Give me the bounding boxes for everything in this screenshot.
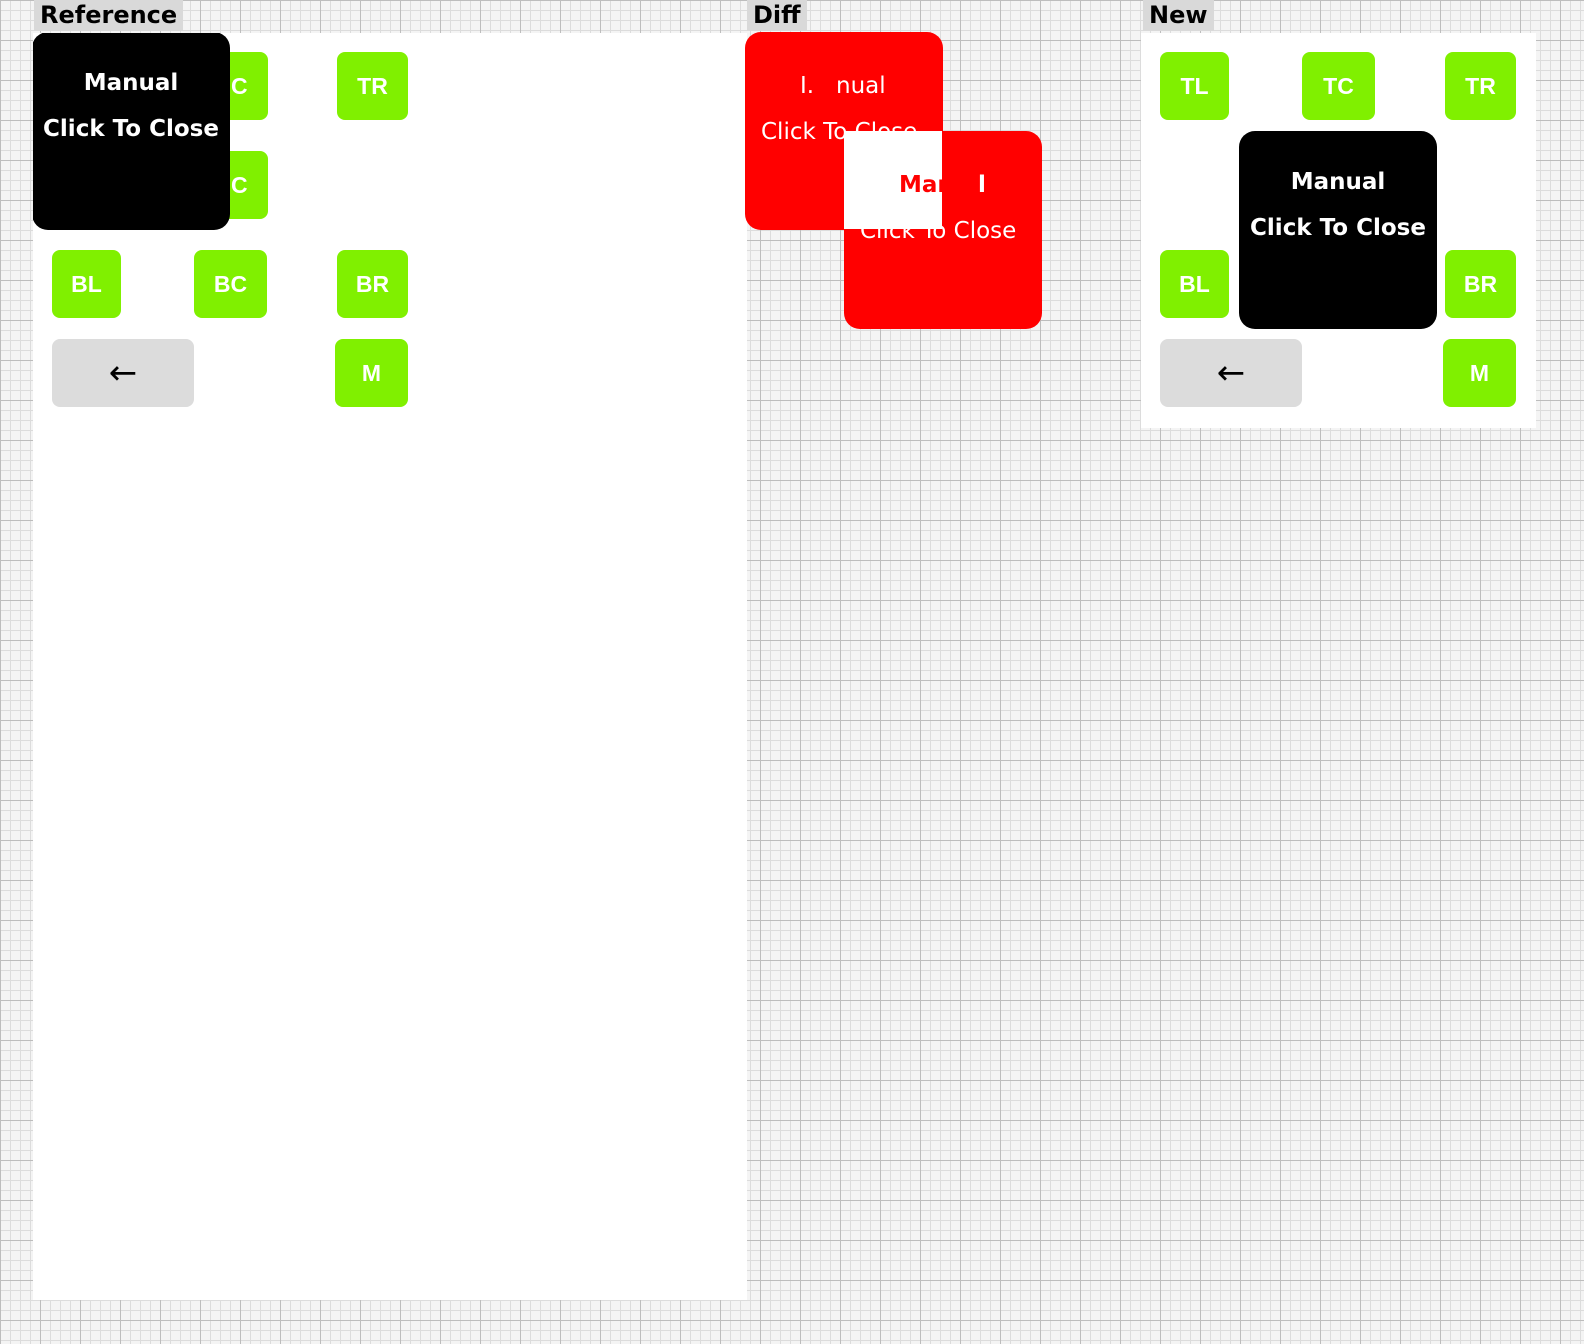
ref-manual-popup[interactable]: Manual Click To Close bbox=[33, 33, 230, 230]
new-popup-close-text: Click To Close bbox=[1250, 215, 1426, 241]
ref-popup-title: Manual bbox=[83, 70, 179, 96]
diff-text-b3: Click To Close bbox=[860, 218, 1017, 244]
reference-panel: C TR C BL BC BR ← M Manual Click To Clos… bbox=[33, 33, 747, 1300]
new-tl-button[interactable]: TL bbox=[1160, 52, 1229, 120]
new-tr-button[interactable]: TR bbox=[1445, 52, 1516, 120]
ref-br-button[interactable]: BR bbox=[337, 250, 408, 318]
ref-bc-button[interactable]: BC bbox=[194, 250, 267, 318]
diff-text-a1: I. bbox=[800, 73, 815, 99]
new-bl-button[interactable]: BL bbox=[1160, 250, 1229, 318]
new-br-button[interactable]: BR bbox=[1445, 250, 1516, 318]
ref-tr-button[interactable]: TR bbox=[337, 52, 408, 120]
reference-panel-label: Reference bbox=[34, 0, 184, 31]
new-back-button[interactable]: ← bbox=[1160, 339, 1302, 407]
diff-text-b1: Mar. bbox=[899, 172, 955, 198]
ref-popup-close-text: Click To Close bbox=[43, 116, 219, 142]
new-m-button[interactable]: M bbox=[1443, 339, 1516, 407]
new-panel-label: New bbox=[1143, 0, 1214, 31]
ref-m-button[interactable]: M bbox=[335, 339, 408, 407]
new-manual-popup[interactable]: Manual Click To Close bbox=[1239, 131, 1437, 329]
diff-text-a3: Click To Close bbox=[761, 119, 918, 145]
diff-text-b2: l bbox=[978, 172, 986, 198]
new-tc-button[interactable]: TC bbox=[1302, 52, 1375, 120]
new-popup-title: Manual bbox=[1290, 169, 1386, 195]
diff-panel-label: Diff bbox=[747, 0, 807, 31]
new-panel: TL TC TR BL BR ← M Manual Click To Close bbox=[1141, 33, 1536, 428]
diff-text-a2: nual bbox=[836, 73, 886, 99]
ref-back-button[interactable]: ← bbox=[52, 339, 194, 407]
ref-bl-button[interactable]: BL bbox=[52, 250, 121, 318]
